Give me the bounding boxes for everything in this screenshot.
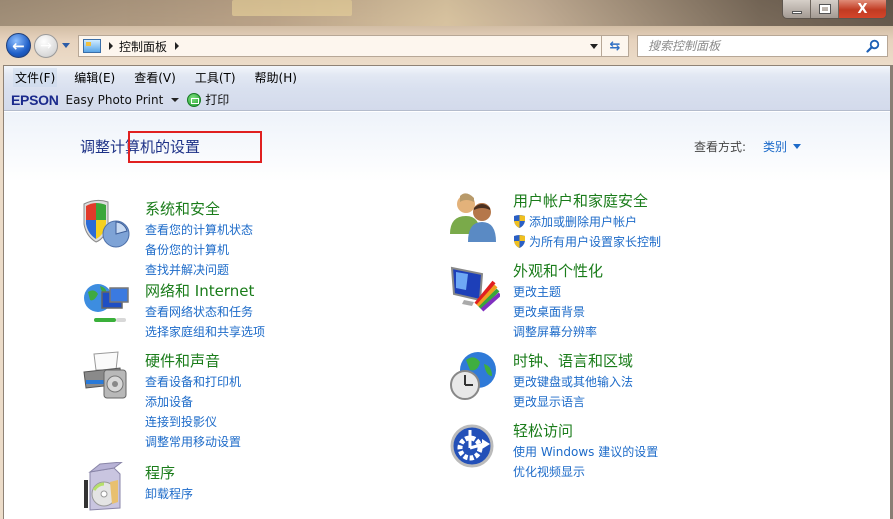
category-links: 更改主题 更改桌面背景 调整屏幕分辨率	[513, 281, 597, 341]
epson-logo: EPSON	[11, 91, 59, 108]
category-title[interactable]: 程序	[145, 462, 175, 483]
control-panel-content: 调整计算机的设置 查看方式: 类别 系统和安全 查看您的计算机状态 备份您的计算…	[4, 112, 893, 519]
close-icon: X	[857, 1, 868, 17]
ease-of-access-icon[interactable]	[448, 420, 500, 472]
link-optimize-visual-display[interactable]: 优化视频显示	[513, 461, 658, 481]
maximize-button[interactable]	[811, 0, 839, 18]
category-links: 更改键盘或其他输入法 更改显示语言	[513, 371, 633, 411]
easy-photo-print-dropdown-icon[interactable]	[171, 97, 180, 102]
link-troubleshoot[interactable]: 查找并解决问题	[145, 259, 253, 279]
category-title[interactable]: 用户帐户和家庭安全	[513, 190, 648, 211]
menu-help[interactable]: 帮助(H)	[253, 68, 299, 87]
link-change-keyboard[interactable]: 更改键盘或其他输入法	[513, 371, 633, 391]
users-icon[interactable]	[448, 190, 500, 242]
minimize-icon	[791, 10, 802, 14]
link-change-theme[interactable]: 更改主题	[513, 281, 597, 301]
background-window-tab	[232, 0, 352, 16]
link-connect-projector[interactable]: 连接到投影仪	[145, 411, 241, 431]
view-by-dropdown[interactable]: 类别	[763, 138, 802, 155]
toolbar: EPSON Easy Photo Print 打印	[4, 89, 893, 111]
shield-security-icon[interactable]	[80, 198, 132, 250]
clock-globe-icon[interactable]	[448, 350, 500, 402]
title-bar	[0, 0, 893, 26]
window-controls: X	[782, 0, 887, 19]
search-icon[interactable]	[866, 39, 880, 53]
menu-edit[interactable]: 编辑(E)	[72, 68, 117, 87]
address-dropdown-icon[interactable]	[590, 44, 598, 49]
link-add-device[interactable]: 添加设备	[145, 391, 241, 411]
search-box[interactable]	[637, 35, 888, 57]
category-links: 查看网络状态和任务 选择家庭组和共享选项	[145, 301, 265, 341]
view-by-value[interactable]: 类别	[763, 138, 787, 155]
link-view-network-status[interactable]: 查看网络状态和任务	[145, 301, 265, 321]
back-button[interactable]: ←	[6, 33, 31, 58]
category-title[interactable]: 外观和个性化	[513, 260, 603, 281]
link-mobility-settings[interactable]: 调整常用移动设置	[145, 431, 241, 451]
print-button[interactable]: 打印	[205, 91, 229, 108]
menu-file[interactable]: 文件(F)	[13, 68, 58, 87]
chevron-down-icon[interactable]	[793, 144, 802, 149]
link-parental-controls[interactable]: 为所有用户设置家长控制	[513, 231, 661, 251]
highlight-annotation-box	[128, 131, 262, 163]
maximize-icon	[818, 4, 831, 14]
view-by-label: 查看方式:	[694, 140, 747, 154]
refresh-icon: ⇆	[609, 38, 621, 54]
breadcrumb-separator-icon[interactable]	[109, 42, 113, 50]
uac-shield-icon	[514, 215, 525, 228]
category-title[interactable]: 网络和 Internet	[145, 280, 254, 301]
link-add-remove-accounts[interactable]: 添加或删除用户帐户	[513, 211, 661, 231]
search-input[interactable]	[648, 39, 858, 53]
control-panel-icon	[83, 39, 101, 53]
link-text[interactable]: 添加或删除用户帐户	[529, 213, 637, 230]
breadcrumb-control-panel[interactable]: 控制面板	[119, 38, 167, 55]
category-links: 查看您的计算机状态 备份您的计算机 查找并解决问题	[145, 219, 253, 279]
refresh-button[interactable]: ⇆	[601, 36, 628, 56]
menu-bar: 文件(F) 编辑(E) 查看(V) 工具(T) 帮助(H)	[4, 66, 893, 89]
recent-pages-dropdown[interactable]	[62, 43, 70, 48]
category-title[interactable]: 系统和安全	[145, 198, 220, 219]
category-links: 卸载程序	[145, 483, 193, 503]
link-screen-resolution[interactable]: 调整屏幕分辨率	[513, 321, 597, 341]
menu-view[interactable]: 查看(V)	[132, 68, 178, 87]
category-links: 查看设备和打印机 添加设备 连接到投影仪 调整常用移动设置	[145, 371, 241, 451]
menu-tools[interactable]: 工具(T)	[193, 68, 238, 87]
category-title[interactable]: 时钟、语言和区域	[513, 350, 633, 371]
link-uninstall-program[interactable]: 卸载程序	[145, 483, 193, 503]
program-box-icon[interactable]	[80, 462, 132, 514]
printer-speaker-icon[interactable]	[80, 350, 132, 402]
uac-shield-icon	[514, 235, 525, 248]
network-globe-icon[interactable]	[80, 280, 132, 332]
link-view-computer-status[interactable]: 查看您的计算机状态	[145, 219, 253, 239]
easy-photo-print-button[interactable]: Easy Photo Print	[66, 93, 164, 107]
minimize-button[interactable]	[783, 0, 811, 18]
link-text[interactable]: 为所有用户设置家长控制	[529, 233, 661, 250]
forward-arrow-icon: →	[40, 38, 52, 54]
category-title[interactable]: 硬件和声音	[145, 350, 220, 371]
link-backup-computer[interactable]: 备份您的计算机	[145, 239, 253, 259]
category-links: 添加或删除用户帐户 为所有用户设置家长控制	[513, 211, 661, 251]
link-devices-printers[interactable]: 查看设备和打印机	[145, 371, 241, 391]
forward-button[interactable]: →	[34, 34, 58, 58]
breadcrumb-separator-icon[interactable]	[175, 42, 180, 50]
back-arrow-icon: ←	[12, 36, 25, 55]
link-change-display-language[interactable]: 更改显示语言	[513, 391, 633, 411]
navigation-bar: ← → 控制面板 ⇆	[0, 29, 893, 59]
category-title[interactable]: 轻松访问	[513, 420, 573, 441]
close-button[interactable]: X	[839, 0, 886, 18]
category-links: 使用 Windows 建议的设置 优化视频显示	[513, 441, 658, 481]
link-windows-recommended-settings[interactable]: 使用 Windows 建议的设置	[513, 441, 658, 461]
link-change-background[interactable]: 更改桌面背景	[513, 301, 597, 321]
link-homegroup-sharing[interactable]: 选择家庭组和共享选项	[145, 321, 265, 341]
display-palette-icon[interactable]	[448, 260, 500, 312]
print-icon[interactable]	[187, 92, 202, 107]
address-bar[interactable]: 控制面板 ⇆	[78, 35, 629, 57]
